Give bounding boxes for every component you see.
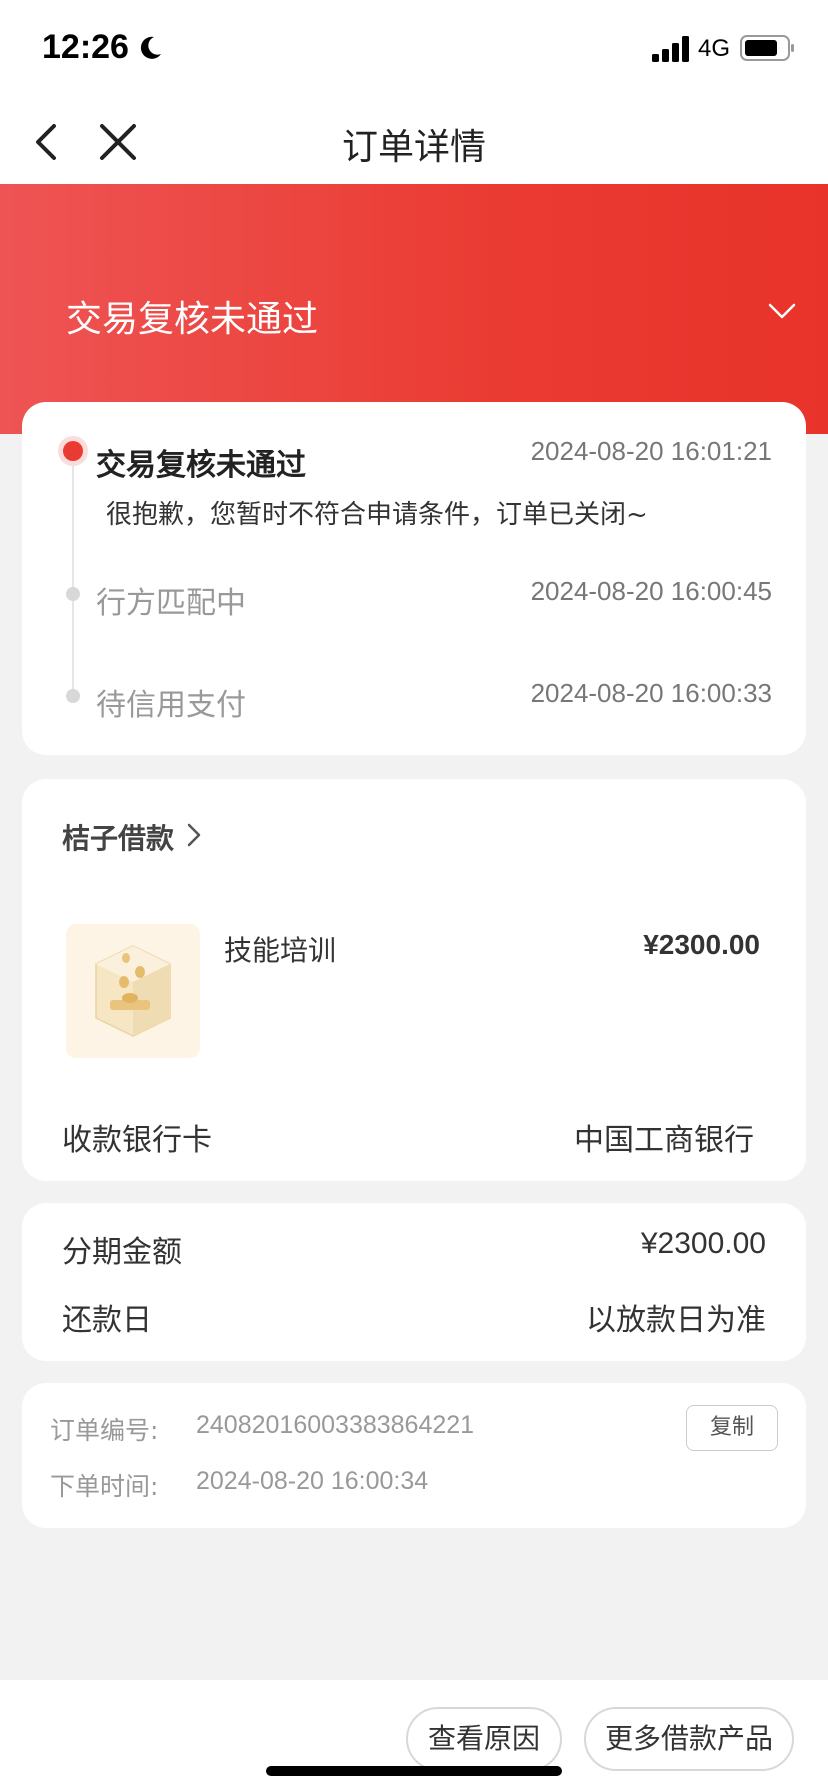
repayment-date-label: 还款日 [62,1303,152,1338]
installment-card: 分期金额 ¥2300.00 还款日 以放款日为准 [22,1203,806,1361]
timeline-card: 交易复核未通过 2024-08-20 16:01:21 很抱歉，您暂时不符合申请… [22,402,806,755]
order-info-card: 订单编号: 24082016003383864221 复制 下单时间: 2024… [22,1383,806,1528]
copy-button[interactable]: 复制 [686,1405,778,1451]
page-title: 订单详情 [341,127,486,168]
order-number-value: 24082016003383864221 [196,1411,475,1439]
network-label: 4G [698,35,731,62]
repayment-date-value: 以放款日为准 [586,1303,766,1338]
home-indicator [266,1766,562,1776]
chevron-down-icon[interactable] [765,294,799,328]
timeline-step-label: 交易复核未通过 [96,448,306,483]
timeline-step-label: 行方匹配中 [96,586,246,621]
moon-icon [140,36,161,59]
product-name: 技能培训 [224,934,337,967]
timeline-step-time: 2024-08-20 16:01:21 [530,436,772,466]
header-status-text: 交易复核未通过 [66,299,319,340]
order-time-value: 2024-08-20 16:00:34 [196,1467,429,1495]
timeline-step-label: 待信用支付 [96,688,246,723]
product-card: 桔子借款 技能培训 ¥2300.00 收款银行卡 中国工商银行 [22,779,806,1181]
timeline-dot-active [58,436,88,466]
product-price: ¥2300.00 [643,929,760,960]
timeline-description: 很抱歉，您暂时不符合申请条件，订单已关闭~ [106,500,648,530]
bank-card-value: 中国工商银行 [574,1123,754,1158]
status-time: 12:26 [42,28,129,66]
status-header: 交易复核未通过 [0,184,828,434]
installment-amount-label: 分期金额 [62,1235,182,1270]
order-detail-page: 12:26 4G 订单详情 交易复核未通过 交易复核未通过 2024-08-20… [0,0,828,1792]
product-thumbnail [66,924,200,1058]
bottom-action-bar: 查看原因 更多借款产品 [0,1680,828,1792]
timeline-dot [66,587,80,601]
installment-amount-value: ¥2300.00 [640,1227,766,1260]
order-time-label: 下单时间: [50,1472,159,1501]
nav-bar: 订单详情 [0,100,828,184]
chevron-right-icon[interactable] [184,821,204,849]
signal-icon [652,36,689,62]
timeline-line [72,460,74,696]
coin-box-icon [95,945,171,1037]
view-reason-button[interactable]: 查看原因 [406,1707,562,1771]
timeline-dot [66,689,80,703]
battery-icon [740,35,794,61]
more-loan-products-button[interactable]: 更多借款产品 [584,1707,794,1771]
order-number-label: 订单编号: [50,1416,159,1445]
timeline-step-time: 2024-08-20 16:00:45 [530,576,772,606]
status-bar: 12:26 4G [0,0,828,100]
provider-link[interactable]: 桔子借款 [62,817,174,857]
timeline-step-time: 2024-08-20 16:00:33 [530,678,772,708]
bank-card-label: 收款银行卡 [62,1123,212,1158]
